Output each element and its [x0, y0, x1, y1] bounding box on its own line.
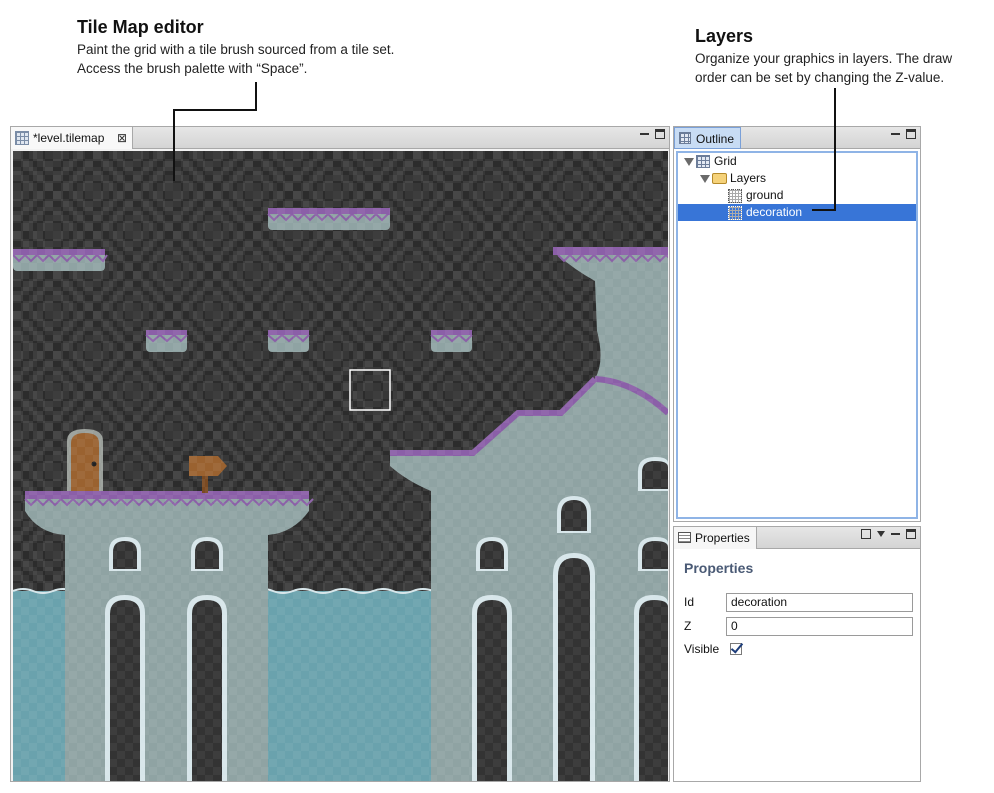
tree-item-grid[interactable]: Grid: [678, 153, 916, 170]
folder-icon: [712, 173, 727, 184]
outline-window-buttons: [891, 129, 916, 141]
tilemap-leader-line: [255, 82, 257, 110]
tree-label-layers: Layers: [730, 171, 767, 185]
close-icon[interactable]: ⊠: [117, 127, 127, 149]
maximize-icon[interactable]: [655, 129, 665, 139]
tab-label: *level.tilemap: [33, 131, 105, 145]
tree-label-ground: ground: [746, 188, 784, 202]
properties-body: Properties Id decoration Z 0 Visible: [674, 550, 920, 781]
tree-item-layers[interactable]: Layers: [678, 170, 916, 187]
properties-panel: Properties Properties Id decoration Z 0 …: [673, 526, 921, 782]
id-label: Id: [684, 595, 695, 609]
view-menu-icon[interactable]: [877, 531, 885, 537]
properties-tab-label: Properties: [695, 531, 750, 545]
tilemap-callout-line1: Paint the grid with a tile brush sourced…: [77, 42, 395, 57]
properties-icon: [678, 532, 691, 543]
properties-panel-header: Properties: [674, 527, 920, 549]
minimize-icon[interactable]: [640, 132, 649, 135]
visible-label: Visible: [684, 642, 720, 656]
layers-leader-line: [812, 209, 836, 211]
expand-arrow-icon[interactable]: [684, 158, 694, 166]
minimize-icon[interactable]: [891, 132, 900, 135]
tree-item-ground[interactable]: ground: [678, 187, 916, 204]
outline-tree: Grid Layers ground decoration: [676, 151, 918, 519]
tilemap-scene: [13, 151, 668, 781]
tilemap-callout-title: Tile Map editor: [77, 17, 204, 37]
expand-arrow-icon[interactable]: [700, 175, 710, 183]
editor-tab-bar: *level.tilemap ⊠: [11, 127, 669, 149]
outline-tab-label: Outline: [696, 132, 735, 146]
properties-window-buttons: [861, 529, 916, 541]
layer-icon: [728, 189, 742, 203]
tilemap-leader-line: [173, 109, 175, 181]
transparency-overlay: [13, 151, 668, 781]
tilemap-editor-window: *level.tilemap ⊠: [10, 126, 670, 782]
tilemap-callout-line2: Access the brush palette with “Space”.: [77, 61, 308, 76]
tree-label-grid: Grid: [714, 154, 737, 168]
tab-properties[interactable]: Properties: [674, 527, 757, 549]
tilemap-icon: [15, 131, 29, 145]
tilemap-leader-line: [173, 109, 257, 111]
layer-icon: [728, 206, 742, 220]
outline-panel-header: Outline: [674, 127, 920, 149]
grid-icon: [696, 155, 710, 168]
z-field[interactable]: 0: [726, 617, 913, 636]
maximize-icon[interactable]: [906, 529, 916, 539]
tilemap-canvas[interactable]: [13, 151, 668, 781]
tab-outline[interactable]: Outline: [674, 127, 742, 149]
id-field[interactable]: decoration: [726, 593, 913, 612]
editor-window-buttons: [640, 129, 665, 141]
visible-checkbox[interactable]: [730, 643, 742, 655]
outline-panel: Outline Grid Layers ground decoration: [673, 126, 921, 522]
maximize-icon[interactable]: [906, 129, 916, 139]
layers-callout-title: Layers: [695, 26, 754, 46]
properties-title: Properties: [684, 560, 754, 576]
pin-icon[interactable]: [861, 529, 871, 539]
layers-leader-line: [834, 88, 836, 211]
tab-level-tilemap[interactable]: *level.tilemap ⊠: [11, 127, 133, 149]
layers-callout-line1: Organize your graphics in layers. The dr…: [695, 51, 953, 66]
tree-label-decoration: decoration: [746, 205, 803, 219]
tree-item-decoration[interactable]: decoration: [678, 204, 916, 221]
minimize-icon[interactable]: [891, 532, 900, 535]
layers-callout-line2: order can be set by changing the Z-value…: [695, 70, 945, 85]
outline-icon: [679, 132, 691, 144]
z-label: Z: [684, 619, 692, 633]
